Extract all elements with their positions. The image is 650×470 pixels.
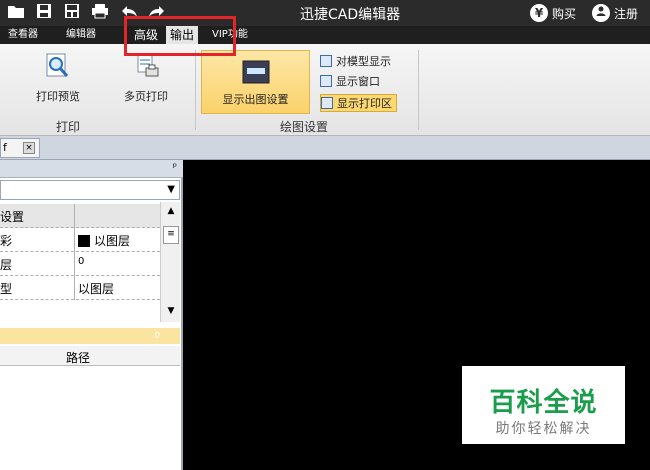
ribbon-separator [195,50,196,130]
register-label: 注册 [614,6,639,21]
print-preview-label: 打印预览 [36,90,80,103]
scroll-up-icon[interactable]: ▲ [161,206,181,216]
watermark-logo: 百科全说 助你轻松解决 [462,366,625,444]
multi-print-label: 多页打印 [124,90,168,103]
property-row[interactable]: 层 0 [0,252,160,276]
property-row[interactable]: 型 以图层 [0,276,160,300]
show-window-icon [320,75,332,87]
section-bar: 0 [0,328,180,344]
property-key: 设置 [0,210,25,224]
save-as-icon[interactable] [62,3,82,23]
property-key: 层 [0,258,13,272]
show-window-label: 显示窗口 [336,75,380,88]
column-divider [74,276,75,300]
register-button[interactable]: 注册 [592,4,638,22]
tab-editor[interactable]: 编辑器 [62,26,100,44]
scroll-down-icon[interactable]: ▼ [161,306,181,316]
properties-scrollbar[interactable]: ▲ ≡ ▼ [160,202,180,322]
model-display-option[interactable]: 对模型显示 [320,52,395,70]
print-preview-button[interactable]: 打印预览 [30,52,86,104]
watermark-title: 百科全说 [489,388,598,418]
chevron-down-icon: ▼ [167,184,175,195]
show-plot-settings-button[interactable]: 显示出图设置 [201,50,310,114]
menu-bar: 查看器 编辑器 高级 输出 VIP功能 [0,26,650,44]
buy-label: 购买 [552,6,577,21]
object-selector-dropdown[interactable]: ▼ [0,180,180,200]
show-print-area-icon [321,97,333,109]
title-bar: 迅捷CAD编辑器 ¥ 购买 注册 [0,0,650,26]
open-folder-icon[interactable] [6,3,26,23]
print-icon[interactable] [90,3,110,23]
document-tab-strip-right [185,136,650,160]
user-icon [592,4,610,22]
property-value[interactable]: 0 [78,256,84,267]
show-window-option[interactable]: 显示窗口 [320,72,384,90]
highlight-annotation [124,16,236,56]
app-title: 迅捷CAD编辑器 [300,7,401,23]
plot-group-label: 绘图设置 [280,120,329,134]
print-preview-icon [44,52,72,80]
property-row[interactable]: 彩 以图层 [0,228,160,252]
ribbon: 打印预览 多页打印 打印 显示出图设置 对模型显示 显示窗口 显示打印区 绘图设… [0,44,650,136]
color-swatch [78,234,90,247]
property-key: 型 [0,282,13,296]
show-plot-settings-label: 显示出图设置 [222,93,289,106]
print-group-label: 打印 [56,120,81,134]
ribbon-separator [418,50,419,130]
save-icon[interactable] [34,3,54,23]
list-header: 路径 [0,346,180,366]
multi-page-print-button[interactable]: 多页打印 [118,52,174,104]
tab-viewer[interactable]: 查看器 [4,26,42,44]
column-divider [74,204,75,228]
plot-settings-icon [241,59,271,85]
multi-print-icon [132,52,160,80]
yen-icon: ¥ [530,4,548,22]
property-value[interactable]: 以图层 [78,232,130,249]
model-display-label: 对模型显示 [336,55,391,68]
panel-header: ᵖ [0,160,183,178]
column-divider [74,228,75,252]
property-row: 设置 [0,204,160,228]
document-tab[interactable]: f × [0,138,40,158]
property-value[interactable]: 以图层 [78,280,114,297]
column-divider [74,252,75,276]
document-tab-strip: f × [0,136,185,160]
show-print-area-label: 显示打印区 [337,97,392,110]
model-display-icon [320,55,332,67]
property-key: 彩 [0,234,13,248]
pin-icon[interactable]: ᵖ [173,162,177,173]
close-icon[interactable]: × [23,142,35,154]
watermark-subtitle: 助你轻松解决 [495,421,592,437]
document-tab-label: f [3,141,7,154]
buy-button[interactable]: ¥ 购买 [530,4,576,22]
show-print-area-option[interactable]: 显示打印区 [320,94,397,112]
column-header-path[interactable]: 路径 [66,349,90,366]
scroll-thumb[interactable]: ≡ [163,226,179,244]
color-value: 以图层 [94,234,131,248]
properties-panel: ᵖ ▼ 设置 彩 以图层 层 0 型 以图层 ▲ ≡ ▼ 0 路径 [0,160,183,470]
